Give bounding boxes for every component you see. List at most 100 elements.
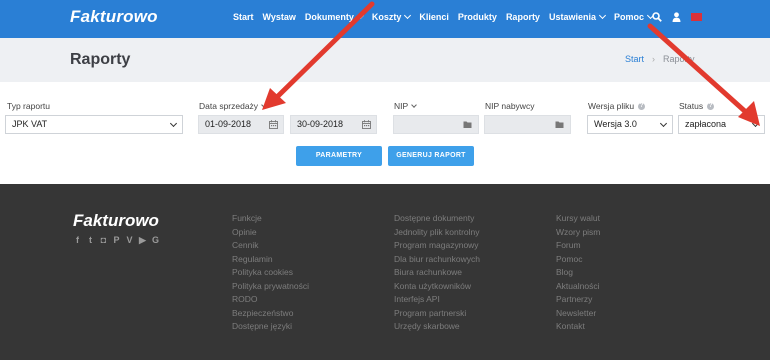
footer-link[interactable]: Blog (556, 266, 600, 280)
chevron-down-icon (261, 101, 267, 108)
nav-item-label: Ustawienia (548, 12, 596, 22)
chevron-down-icon (411, 101, 418, 108)
label-text: Status (679, 101, 704, 111)
footer-link[interactable]: Kontakt (556, 320, 600, 334)
calendar-icon[interactable] (269, 120, 278, 129)
nav-item-produkty[interactable]: Produkty (458, 12, 497, 22)
footer-link[interactable]: RODO (232, 293, 309, 307)
top-navbar: Fakturowo Start Wystaw Dokumenty Koszty … (0, 0, 770, 38)
status-label: Status? (679, 101, 715, 111)
report-type-select[interactable]: JPK VAT (5, 115, 183, 134)
footer-link[interactable]: Regulamin (232, 253, 309, 267)
date-to-input[interactable]: 30-09-2018 (290, 115, 377, 134)
chevron-down-icon (356, 11, 364, 20)
footer-column-3: Kursy walut Wzory pism Forum Pomoc Blog … (556, 212, 600, 334)
footer-link[interactable]: Opinie (232, 226, 309, 240)
sale-date-label[interactable]: Data sprzedaży (199, 101, 267, 111)
page-title: Raporty (70, 51, 131, 68)
buyer-nip-input[interactable] (484, 115, 571, 134)
label-text: Wersja pliku (588, 101, 635, 111)
footer-link[interactable]: Pomoc (556, 253, 600, 267)
footer-link[interactable]: Funkcje (232, 212, 309, 226)
breadcrumb-home[interactable]: Start (625, 54, 644, 64)
footer-link[interactable]: Urzędy skarbowe (394, 320, 480, 334)
nav-item-pomoc[interactable]: Pomoc (613, 11, 655, 22)
flag-icon[interactable] (691, 13, 702, 21)
label-text: NIP nabywcy (485, 101, 535, 111)
footer-link[interactable]: Interfejs API (394, 293, 480, 307)
generate-report-button[interactable]: GENERUJ RAPORT (388, 146, 474, 166)
footer-link[interactable]: Aktualności (556, 280, 600, 294)
breadcrumb: Start › Raporty (625, 54, 695, 64)
select-value: zapłacona (685, 119, 727, 129)
user-icon[interactable] (672, 12, 681, 22)
footer-link[interactable]: Newsletter (556, 307, 600, 321)
input-value: 30-09-2018 (297, 119, 344, 129)
footer-link[interactable]: Forum (556, 239, 600, 253)
nip-label[interactable]: NIP (394, 101, 418, 111)
status-select[interactable]: zapłacona (678, 115, 765, 134)
youtube-icon[interactable]: ▶ (138, 235, 147, 246)
footer-link[interactable]: Jednolity plik kontrolny (394, 226, 480, 240)
nav-item-raporty[interactable]: Raporty (506, 12, 540, 22)
facebook-icon[interactable]: f (73, 235, 82, 246)
nav-item-dokumenty[interactable]: Dokumenty (304, 11, 364, 22)
breadcrumb-current: Raporty (663, 54, 695, 64)
file-version-label: Wersja pliku? (588, 101, 646, 111)
calendar-icon[interactable] (362, 120, 371, 129)
instagram-icon[interactable]: ◘ (99, 235, 108, 246)
nav-icons (652, 12, 702, 22)
footer-column-2: Dostępne dokumenty Jednolity plik kontro… (394, 212, 480, 334)
footer-link[interactable]: Kursy walut (556, 212, 600, 226)
params-button[interactable]: PARAMETRY (296, 146, 382, 166)
nav-item-label: Wystaw (262, 12, 296, 22)
vimeo-icon[interactable]: V (125, 235, 134, 246)
nip-input[interactable] (393, 115, 479, 134)
nav-item-label: Klienci (419, 12, 449, 22)
nav-item-start[interactable]: Start (233, 12, 254, 22)
nav-item-koszty[interactable]: Koszty (371, 11, 412, 22)
footer-link[interactable]: Partnerzy (556, 293, 600, 307)
footer-link[interactable]: Wzory pism (556, 226, 600, 240)
date-from-input[interactable]: 01-09-2018 (198, 115, 284, 134)
nav-item-label: Start (233, 12, 254, 22)
page-header: Raporty Start › Raporty (0, 38, 770, 82)
footer-link[interactable]: Program partnerski (394, 307, 480, 321)
label-text: NIP (394, 101, 409, 111)
footer-link[interactable]: Biura rachunkowe (394, 266, 480, 280)
nav-item-label: Pomoc (613, 12, 644, 22)
folder-icon[interactable] (555, 120, 565, 129)
chevron-down-icon (659, 119, 668, 128)
main-menu: Start Wystaw Dokumenty Koszty Klienci Pr… (233, 11, 662, 22)
file-version-select[interactable]: Wersja 3.0 (587, 115, 673, 134)
footer-link[interactable]: Dla biur rachunkowych (394, 253, 480, 267)
report-type-label: Typ raportu (7, 101, 50, 111)
footer-link[interactable]: Cennik (232, 239, 309, 253)
footer-link[interactable]: Dostępne języki (232, 320, 309, 334)
social-links: f t ◘ P V ▶ G (73, 235, 160, 246)
twitter-icon[interactable]: t (86, 235, 95, 246)
footer-link[interactable]: Dostępne dokumenty (394, 212, 480, 226)
nav-item-label: Koszty (371, 12, 402, 22)
nav-item-label: Dokumenty (304, 12, 354, 22)
footer-link[interactable]: Bezpieczeństwo (232, 307, 309, 321)
nav-item-ustawienia[interactable]: Ustawienia (548, 11, 607, 22)
footer-link[interactable]: Polityka cookies (232, 266, 309, 280)
help-icon[interactable]: ? (638, 102, 646, 110)
search-icon[interactable] (652, 12, 662, 22)
footer-link[interactable]: Polityka prywatności (232, 280, 309, 294)
footer-column-1: Funkcje Opinie Cennik Regulamin Polityka… (232, 212, 309, 334)
nav-item-wystaw[interactable]: Wystaw (263, 12, 296, 22)
help-icon[interactable]: ? (707, 102, 715, 110)
chevron-down-icon (598, 11, 607, 20)
nav-item-klienci[interactable]: Klienci (419, 12, 449, 22)
google-icon[interactable]: G (151, 235, 160, 246)
chevron-down-icon (751, 119, 760, 128)
pinterest-icon[interactable]: P (112, 235, 121, 246)
footer-link[interactable]: Konta użytkowników (394, 280, 480, 294)
folder-icon[interactable] (463, 120, 473, 129)
footer-logo[interactable]: Fakturowo (73, 211, 159, 231)
input-value: 01-09-2018 (205, 119, 252, 129)
logo[interactable]: Fakturowo (70, 7, 158, 27)
footer-link[interactable]: Program magazynowy (394, 239, 480, 253)
